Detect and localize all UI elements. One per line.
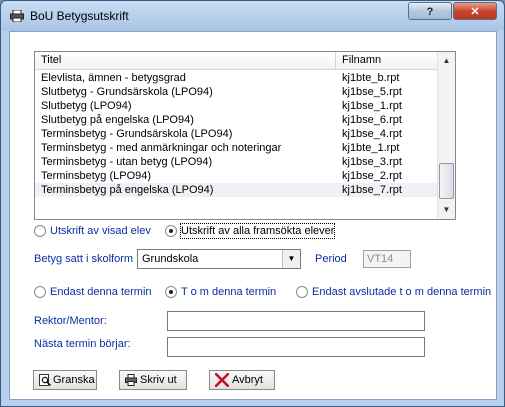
cancel-x-icon	[215, 373, 229, 387]
item-filename: kj1bte_1.rpt	[342, 142, 400, 154]
rektor-mentor-field[interactable]	[167, 311, 425, 331]
list-scrollbar[interactable]: ▲ ▼	[437, 52, 455, 219]
list-item[interactable]: Slutbetyg på engelska (LPO94) kj1bse_6.rp…	[35, 113, 438, 127]
item-filename: kj1bse_2.rpt	[342, 170, 402, 182]
list-rows: Elevlista, ämnen - betygsgrad kj1bte_b.rp…	[35, 71, 438, 197]
dialog-content: Titel Filnamn Elevlista, ämnen - betygsg…	[9, 31, 497, 400]
radio-indicator-checked[interactable]	[165, 225, 177, 237]
printer-icon	[125, 374, 137, 386]
item-title: Terminsbetyg - Grundsärskola (LPO94)	[41, 128, 233, 140]
item-title: Terminsbetyg - utan betyg (LPO94)	[41, 156, 213, 168]
magnifier-icon	[39, 374, 51, 386]
list-header: Titel Filnamn	[35, 52, 438, 70]
radio-label: Endast avslutade t o m denna termin	[312, 286, 492, 298]
list-item[interactable]: Slutbetyg - Grundsärskola (LPO94) kj1bse_…	[35, 85, 438, 99]
radio-label: Endast denna termin	[50, 286, 152, 298]
cancel-button-label: Avbryt	[232, 374, 263, 386]
list-item[interactable]: Terminsbetyg (LPO94) kj1bse_2.rpt	[35, 169, 438, 183]
scroll-thumb[interactable]	[439, 163, 454, 199]
item-title: Elevlista, ämnen - betygsgrad	[41, 72, 186, 84]
next-term-label: Nästa termin börjar:	[34, 338, 131, 350]
column-header-title[interactable]: Titel	[41, 54, 61, 66]
list-item[interactable]: Terminsbetyg - Grundsärskola (LPO94) kj1b…	[35, 127, 438, 141]
list-item[interactable]: Terminsbetyg - utan betyg (LPO94) kj1bse_…	[35, 155, 438, 169]
print-button-label: Skriv ut	[140, 374, 177, 386]
window-title: BoU Betygsutskrift	[30, 9, 129, 23]
item-filename: kj1bte_b.rpt	[342, 72, 400, 84]
radio-indicator-checked[interactable]	[165, 286, 177, 298]
scroll-down-arrow-icon[interactable]: ▼	[439, 202, 454, 218]
print-button[interactable]: Skriv ut	[119, 370, 187, 390]
item-title: Slutbetyg (LPO94)	[41, 100, 132, 112]
item-title: Slutbetyg - Grundsärskola (LPO94)	[41, 86, 213, 98]
item-title: Terminsbetyg - med anmärkningar och note…	[41, 142, 282, 154]
rektor-mentor-label: Rektor/Mentor:	[34, 315, 107, 327]
scroll-up-arrow-icon[interactable]: ▲	[439, 53, 454, 69]
period-label: Period	[315, 253, 347, 265]
list-item[interactable]: Terminsbetyg - med anmärkningar och note…	[35, 141, 438, 155]
school-form-select[interactable]: Grundskola ▼	[137, 249, 301, 269]
preview-button[interactable]: Granska	[33, 370, 97, 390]
item-title: Terminsbetyg på engelska (LPO94)	[41, 184, 214, 196]
title-bar[interactable]: BoU Betygsutskrift ? ✕	[1, 1, 504, 31]
list-item-selected[interactable]: Terminsbetyg på engelska (LPO94) kj1bse_7…	[35, 183, 438, 197]
item-filename: kj1bse_1.rpt	[342, 100, 402, 112]
next-term-field[interactable]	[167, 337, 425, 357]
item-title: Terminsbetyg (LPO94)	[41, 170, 152, 182]
report-list[interactable]: Titel Filnamn Elevlista, ämnen - betygsg…	[34, 51, 456, 220]
item-filename: kj1bse_6.rpt	[342, 114, 402, 126]
dialog-window: BoU Betygsutskrift ? ✕ Titel Filnamn Ele…	[0, 0, 505, 407]
radio-label: Utskrift av visad elev	[50, 225, 151, 237]
radio-indicator[interactable]	[34, 286, 46, 298]
item-title: Slutbetyg på engelska (LPO94)	[41, 114, 194, 126]
chevron-down-icon[interactable]: ▼	[282, 250, 300, 268]
item-filename: kj1bse_7.rpt	[342, 184, 402, 196]
radio-label: T o m denna termin	[181, 286, 277, 298]
radio-indicator[interactable]	[34, 225, 46, 237]
radio-indicator[interactable]	[296, 286, 308, 298]
preview-button-label: Granska	[53, 374, 95, 386]
close-button[interactable]: ✕	[453, 2, 497, 20]
item-filename: kj1bse_4.rpt	[342, 128, 402, 140]
school-form-value: Grundskola	[142, 253, 199, 265]
item-filename: kj1bse_3.rpt	[342, 156, 402, 168]
school-form-label: Betyg satt i skolform	[34, 253, 134, 265]
period-field: VT14	[363, 250, 411, 268]
item-filename: kj1bse_5.rpt	[342, 86, 402, 98]
printer-icon	[10, 10, 24, 22]
column-header-filename[interactable]: Filnamn	[342, 54, 381, 66]
list-item[interactable]: Elevlista, ämnen - betygsgrad kj1bte_b.rp…	[35, 71, 438, 85]
radio-label: Utskrift av alla framsökta elever	[179, 223, 336, 239]
list-item[interactable]: Slutbetyg (LPO94) kj1bse_1.rpt	[35, 99, 438, 113]
cancel-button[interactable]: Avbryt	[209, 370, 275, 390]
column-divider[interactable]	[335, 52, 336, 69]
help-button[interactable]: ?	[408, 2, 452, 20]
